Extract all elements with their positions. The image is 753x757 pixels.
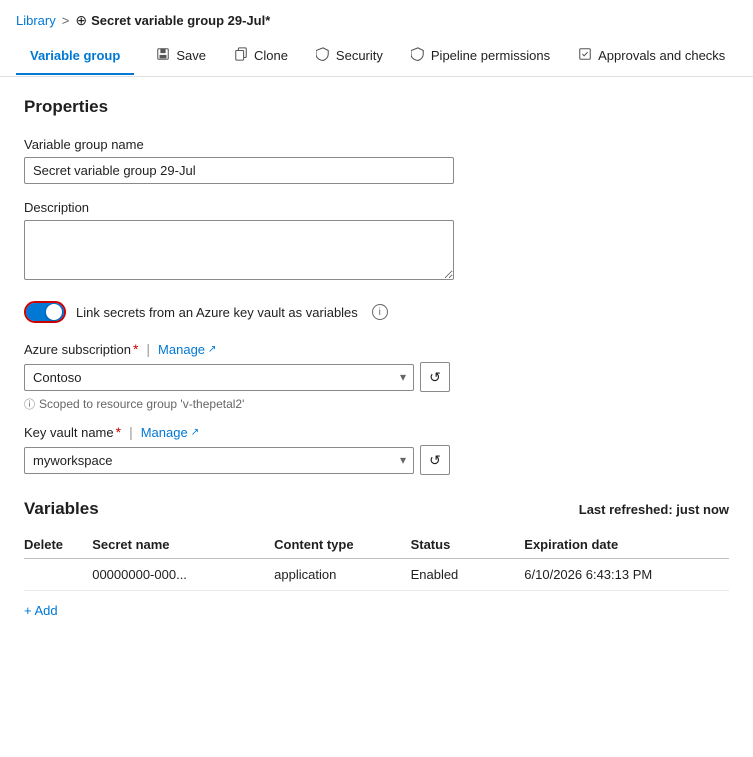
tab-clone[interactable]: Clone	[220, 37, 302, 76]
cell-status: Enabled	[411, 559, 525, 591]
key-vault-refresh-icon: ↺	[429, 452, 441, 469]
info-icon[interactable]: i	[372, 304, 388, 320]
tab-pipeline-permissions-label: Pipeline permissions	[431, 48, 550, 63]
security-icon	[316, 47, 330, 64]
toggle-row: Link secrets from an Azure key vault as …	[24, 301, 729, 323]
toggle-track	[26, 303, 64, 321]
toggle-label: Link secrets from an Azure key vault as …	[76, 305, 358, 320]
azure-subscription-required: *	[133, 341, 138, 357]
breadcrumb-library-link[interactable]: Library	[16, 13, 56, 28]
variable-group-icon: ⊕	[75, 12, 87, 29]
azure-subscription-refresh-button[interactable]: ↺	[420, 362, 450, 392]
variables-table-body: 00000000-000... application Enabled 6/10…	[24, 559, 729, 591]
col-header-delete: Delete	[24, 531, 92, 559]
breadcrumb: Library > ⊕ Secret variable group 29-Jul…	[0, 0, 753, 37]
add-variable-button[interactable]: + Add	[24, 595, 58, 626]
azure-subscription-dropdown-container: Contoso ▾	[24, 364, 414, 391]
tab-save[interactable]: Save	[142, 37, 220, 76]
azure-subscription-label-row: Azure subscription * | Manage ↗	[24, 341, 729, 357]
key-vault-separator: |	[129, 424, 133, 440]
main-content: Properties Variable group name Descripti…	[0, 77, 753, 646]
properties-section: Properties Variable group name Descripti…	[24, 97, 729, 323]
tab-approvals-checks[interactable]: Approvals and checks	[564, 37, 739, 76]
tab-security-label: Security	[336, 48, 383, 63]
description-group: Description	[24, 200, 729, 283]
save-icon	[156, 47, 170, 64]
description-label: Description	[24, 200, 729, 215]
tab-approvals-checks-label: Approvals and checks	[598, 48, 725, 63]
azure-subscription-select[interactable]: Contoso	[24, 364, 414, 391]
properties-title: Properties	[24, 97, 729, 117]
page-title: Secret variable group 29-Jul*	[91, 13, 270, 28]
col-header-secret-name: Secret name	[92, 531, 274, 559]
col-header-status: Status	[411, 531, 525, 559]
tab-security[interactable]: Security	[302, 37, 397, 76]
manage-label: Manage	[158, 342, 205, 357]
key-vault-select[interactable]: myworkspace	[24, 447, 414, 474]
key-vault-dropdown-row: myworkspace ▾ ↺	[24, 445, 729, 475]
azure-keyvault-toggle[interactable]	[24, 301, 66, 323]
cell-secret-name: 00000000-000...	[92, 559, 274, 591]
approvals-checks-icon	[578, 47, 592, 64]
last-refreshed: Last refreshed: just now	[579, 502, 729, 517]
toggle-thumb	[46, 304, 62, 320]
add-variable-label: + Add	[24, 603, 58, 618]
key-vault-label-row: Key vault name * | Manage ↗	[24, 424, 729, 440]
refresh-icon: ↺	[429, 369, 441, 386]
scope-note-text: Scoped to resource group 'v-thepetal2'	[39, 397, 244, 411]
variable-group-name-input[interactable]	[24, 157, 454, 184]
key-vault-label: Key vault name	[24, 425, 114, 440]
variable-group-name-group: Variable group name	[24, 137, 729, 184]
col-header-expiration-date: Expiration date	[524, 531, 729, 559]
tab-pipeline-permissions[interactable]: Pipeline permissions	[397, 37, 564, 76]
key-vault-required: *	[116, 424, 121, 440]
tab-variable-group[interactable]: Variable group	[16, 38, 134, 75]
cell-delete	[24, 559, 92, 591]
variables-header: Variables Last refreshed: just now	[24, 499, 729, 519]
variables-table-header: Delete Secret name Content type Status E…	[24, 531, 729, 559]
description-input[interactable]	[24, 220, 454, 280]
azure-subscription-label: Azure subscription	[24, 342, 131, 357]
field-separator: |	[146, 341, 150, 357]
azure-subscription-dropdown-row: Contoso ▾ ↺	[24, 362, 729, 392]
azure-subscription-manage-link[interactable]: Manage ↗	[158, 342, 216, 357]
pipeline-permissions-icon	[411, 47, 425, 64]
key-vault-dropdown-container: myworkspace ▾	[24, 447, 414, 474]
table-row: 00000000-000... application Enabled 6/10…	[24, 559, 729, 591]
tab-clone-label: Clone	[254, 48, 288, 63]
tab-bar: Variable group Save Clone Security	[0, 37, 753, 77]
variable-group-name-label: Variable group name	[24, 137, 729, 152]
variables-section: Variables Last refreshed: just now Delet…	[24, 499, 729, 626]
key-vault-section: Key vault name * | Manage ↗ myworkspace …	[24, 424, 729, 475]
cell-content-type: application	[274, 559, 410, 591]
cell-expiration-date: 6/10/2026 6:43:13 PM	[524, 559, 729, 591]
tab-variable-group-label: Variable group	[30, 48, 120, 63]
variables-title: Variables	[24, 499, 99, 519]
clone-icon	[234, 47, 248, 64]
scope-info-icon: ⓘ	[24, 396, 35, 412]
azure-subscription-section: Azure subscription * | Manage ↗ Contoso …	[24, 341, 729, 412]
key-vault-external-icon: ↗	[191, 427, 199, 438]
variables-table: Delete Secret name Content type Status E…	[24, 531, 729, 591]
key-vault-manage-label: Manage	[141, 425, 188, 440]
scope-note: ⓘ Scoped to resource group 'v-thepetal2'	[24, 396, 729, 412]
key-vault-manage-link[interactable]: Manage ↗	[141, 425, 199, 440]
manage-external-icon: ↗	[208, 344, 216, 355]
col-header-content-type: Content type	[274, 531, 410, 559]
breadcrumb-separator: >	[62, 13, 70, 28]
key-vault-refresh-button[interactable]: ↺	[420, 445, 450, 475]
tab-save-label: Save	[176, 48, 206, 63]
